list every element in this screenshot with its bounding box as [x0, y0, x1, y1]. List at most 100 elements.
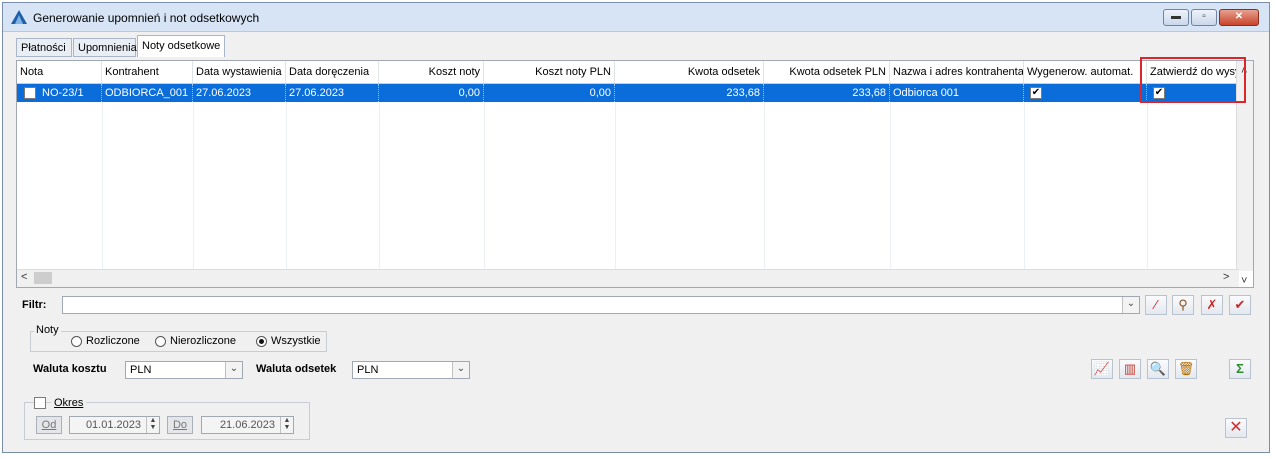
- scroll-thumb[interactable]: [34, 272, 52, 284]
- col-koszt-noty-pln[interactable]: Koszt noty PLN: [484, 61, 615, 83]
- grid-divider: [764, 102, 765, 272]
- clear-filter-button[interactable]: ⁄: [1145, 295, 1167, 315]
- trash-icon: 🗑: [1177, 361, 1195, 376]
- period-checkbox[interactable]: [34, 397, 46, 409]
- interest-currency-label: Waluta odsetek: [256, 363, 337, 375]
- cell-koszt-noty-pln: 0,00: [484, 84, 615, 102]
- grid-divider: [615, 102, 616, 272]
- grid-divider: [890, 102, 891, 272]
- grid-divider: [484, 102, 485, 272]
- scroll-right-icon[interactable]: >: [1223, 271, 1229, 283]
- interest-currency-select[interactable]: PLN ⌄: [352, 361, 470, 379]
- sum-icon: Σ: [1236, 361, 1244, 376]
- grid-divider: [286, 102, 287, 272]
- spinner-icon[interactable]: ▲ ▼: [280, 417, 293, 433]
- horizontal-scrollbar[interactable]: < >: [17, 269, 1239, 287]
- scroll-left-icon[interactable]: <: [21, 271, 27, 283]
- magnifier-icon: 🔍: [1149, 361, 1167, 376]
- col-wygenerow-automat[interactable]: Wygenerow. automat.: [1024, 61, 1147, 83]
- scroll-down-icon[interactable]: ˅: [1241, 275, 1247, 287]
- window-title: Generowanie upomnień i not odsetkowych: [33, 11, 260, 25]
- cost-currency-value: PLN: [130, 364, 152, 376]
- filter-input[interactable]: ⌄: [62, 296, 1140, 314]
- cell-nota: NO-23/1: [39, 84, 102, 102]
- columns-icon: ▥: [1123, 361, 1137, 376]
- cell-nazwa: Odbiorca 001: [890, 84, 1024, 102]
- to-date-field[interactable]: 21.06.2023 ▲ ▼: [201, 416, 294, 434]
- grid-divider: [1147, 102, 1148, 272]
- search-button[interactable]: 🔍: [1147, 359, 1169, 379]
- grid-divider: [102, 102, 103, 272]
- from-date-field[interactable]: 01.01.2023 ▲ ▼: [69, 416, 160, 434]
- row-select-checkbox[interactable]: [24, 87, 36, 99]
- cell-data-wystawienia: 27.06.2023: [193, 84, 286, 102]
- col-kwota-odsetek[interactable]: Kwota odsetek: [615, 61, 764, 83]
- tab-upomnienia[interactable]: Upomnienia: [73, 38, 137, 57]
- cell-kontrahent: ODBIORCA_001: [102, 84, 193, 102]
- cost-currency-select[interactable]: PLN ⌄: [125, 361, 243, 379]
- col-kwota-odsetek-pln[interactable]: Kwota odsetek PLN: [764, 61, 890, 83]
- from-date-value: 01.01.2023: [85, 419, 141, 431]
- period-label[interactable]: Okres: [51, 397, 87, 409]
- cell-kwota-odsetek: 233,68: [615, 84, 764, 102]
- columns-button[interactable]: ▥: [1119, 359, 1141, 379]
- tab-noty-odsetkowe[interactable]: Noty odsetkowe: [137, 35, 225, 57]
- radio-nierozliczone-label[interactable]: Nierozliczone: [170, 335, 236, 347]
- highlight-box: [1140, 57, 1246, 103]
- cell-koszt-noty: 0,00: [379, 84, 484, 102]
- radio-rozliczone-label[interactable]: Rozliczone: [86, 335, 140, 347]
- remove-filter-button[interactable]: ✗: [1201, 295, 1223, 315]
- to-button[interactable]: Do: [167, 416, 193, 434]
- cost-currency-label: Waluta kosztu: [33, 363, 107, 375]
- chart-icon: 📈: [1093, 361, 1111, 376]
- apply-filter-icon: ✔: [1234, 297, 1246, 312]
- chart-button[interactable]: 📈: [1091, 359, 1113, 379]
- noty-group-label: Noty: [34, 324, 61, 336]
- close-form-button[interactable]: ✕: [1225, 418, 1247, 438]
- close-icon: ✕: [1234, 11, 1244, 22]
- filter-label: Filtr:: [22, 299, 47, 311]
- minimize-button[interactable]: ▬: [1163, 9, 1189, 26]
- close-window-button[interactable]: ✕: [1219, 9, 1259, 26]
- col-data-wystawienia[interactable]: Data wystawienia: [193, 61, 286, 83]
- app-logo-icon: [11, 10, 27, 24]
- from-button[interactable]: Od: [36, 416, 62, 434]
- chevron-down-icon[interactable]: ⌄: [225, 362, 242, 378]
- maximize-icon: ▫: [1202, 11, 1206, 22]
- delete-button[interactable]: 🗑: [1175, 359, 1197, 379]
- radio-wszystkie[interactable]: [256, 336, 267, 347]
- table-row[interactable]: NO-23/1 ODBIORCA_001 27.06.2023 27.06.20…: [17, 84, 1239, 102]
- clear-filter-icon: ⁄: [1154, 297, 1158, 312]
- col-nota[interactable]: Nota: [17, 61, 102, 83]
- search-filter-button[interactable]: ⚲: [1172, 295, 1194, 315]
- col-kontrahent[interactable]: Kontrahent: [102, 61, 193, 83]
- chevron-down-icon[interactable]: ⌄: [1122, 297, 1139, 313]
- cell-data-doreczenia: 27.06.2023: [286, 84, 379, 102]
- col-nazwa-adres[interactable]: Nazwa i adres kontrahenta: [890, 61, 1024, 83]
- grid-header: Nota Kontrahent Data wystawienia Data do…: [17, 61, 1239, 84]
- maximize-button[interactable]: ▫: [1191, 9, 1217, 26]
- cell-kwota-odsetek-pln: 233,68: [764, 84, 890, 102]
- close-icon: ✕: [1229, 419, 1243, 436]
- col-data-doreczenia[interactable]: Data doręczenia: [286, 61, 379, 83]
- to-date-value: 21.06.2023: [219, 419, 275, 431]
- minimize-icon: ▬: [1171, 11, 1181, 22]
- grid-divider: [1024, 102, 1025, 272]
- search-filter-icon: ⚲: [1178, 297, 1188, 312]
- apply-filter-button[interactable]: ✔: [1229, 295, 1251, 315]
- radio-wszystkie-label[interactable]: Wszystkie: [271, 335, 321, 347]
- col-koszt-noty[interactable]: Koszt noty: [379, 61, 484, 83]
- chevron-down-icon[interactable]: ⌄: [452, 362, 469, 378]
- radio-nierozliczone[interactable]: [155, 336, 166, 347]
- grid-divider: [193, 102, 194, 272]
- title-bar: Generowanie upomnień i not odsetkowych ▬…: [3, 3, 1269, 32]
- auto-generated-checkbox[interactable]: ✔: [1030, 87, 1042, 99]
- spinner-icon[interactable]: ▲ ▼: [146, 417, 159, 433]
- notes-grid: Nota Kontrahent Data wystawienia Data do…: [16, 60, 1254, 288]
- radio-rozliczone[interactable]: [71, 336, 82, 347]
- sum-button[interactable]: Σ: [1229, 359, 1251, 379]
- grid-divider: [379, 102, 380, 272]
- interest-currency-value: PLN: [357, 364, 379, 376]
- remove-filter-icon: ✗: [1206, 297, 1218, 312]
- tab-platnosci[interactable]: Płatności: [16, 38, 72, 57]
